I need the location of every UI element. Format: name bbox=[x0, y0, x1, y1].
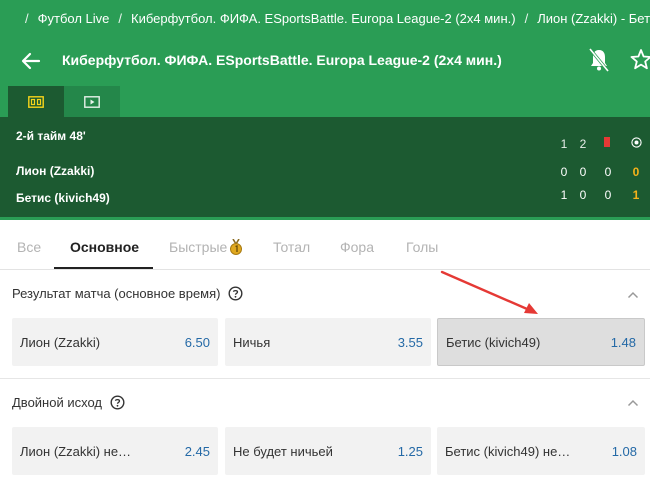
match-period: 2-й тайм 48' bbox=[16, 129, 86, 143]
odd-label: Ничья bbox=[233, 334, 271, 350]
team-away-total: 1 bbox=[632, 188, 640, 202]
odd-no-draw[interactable]: Не будет ничьей 1.25 bbox=[225, 427, 431, 475]
market-title-double-chance: Двойной исход bbox=[12, 395, 125, 410]
medal-icon bbox=[230, 239, 243, 255]
section-divider bbox=[0, 378, 650, 379]
breadcrumb-separator: / bbox=[118, 10, 123, 26]
tab-main[interactable]: Основное bbox=[70, 239, 139, 255]
odd-away-or-draw[interactable]: Бетис (kivich49) не… 1.08 bbox=[437, 427, 645, 475]
odd-label: Бетис (kivich49) bbox=[446, 334, 541, 350]
scoreboard: 2-й тайм 48' 1 2 Лион (Zzakki) 0 0 0 0 Б… bbox=[0, 117, 650, 217]
odd-draw[interactable]: Ничья 3.55 bbox=[225, 318, 431, 366]
odd-home-or-draw[interactable]: Лион (Zzakki) не… 2.45 bbox=[12, 427, 218, 475]
odd-value: 6.50 bbox=[184, 334, 210, 350]
help-icon[interactable] bbox=[110, 395, 125, 410]
odd-value: 1.25 bbox=[397, 443, 423, 459]
tab-all[interactable]: Все bbox=[17, 239, 41, 255]
team-away-half1: 1 bbox=[560, 188, 568, 202]
odd-label: Лион (Zzakki) не… bbox=[20, 443, 132, 459]
market-tabs: Все Основное Быстрые Тотал Фора Голы bbox=[0, 220, 650, 270]
scoreboard-view-button[interactable] bbox=[8, 86, 64, 117]
ball-icon bbox=[631, 137, 642, 148]
market-title-result: Результат матча (основное время) bbox=[12, 286, 243, 301]
odd-label: Лион (Zzakki) bbox=[20, 334, 101, 350]
tab-handicap[interactable]: Фора bbox=[340, 239, 374, 255]
breadcrumb-item-league[interactable]: Киберфутбол. ФИФА. ESportsBattle. Europa… bbox=[131, 11, 516, 26]
team-away-name: Бетис (kivich49) bbox=[16, 191, 110, 205]
tab-total[interactable]: Тотал bbox=[273, 239, 310, 255]
team-home-half2: 0 bbox=[579, 165, 587, 179]
red-card-icon bbox=[604, 137, 610, 147]
chevron-up-icon[interactable] bbox=[627, 399, 639, 407]
back-arrow-icon[interactable] bbox=[18, 48, 44, 74]
breadcrumb-separator: / bbox=[25, 10, 29, 26]
tab-fast[interactable]: Быстрые bbox=[169, 239, 243, 255]
annotation-arrow bbox=[440, 270, 538, 314]
column-half-2: 2 bbox=[579, 137, 587, 151]
odd-value: 1.48 bbox=[610, 334, 636, 350]
match-header: Киберфутбол. ФИФА. ESportsBattle. Europa… bbox=[0, 36, 650, 86]
page-title: Киберфутбол. ФИФА. ESportsBattle. Europa… bbox=[62, 52, 502, 68]
breadcrumb: / Футбол Live / Киберфутбол. ФИФА. ESpor… bbox=[0, 0, 650, 36]
tab-goals[interactable]: Голы bbox=[406, 239, 438, 255]
team-away-cards: 0 bbox=[604, 188, 612, 202]
breadcrumb-item-football-live[interactable]: Футбол Live bbox=[38, 11, 110, 26]
column-half-1: 1 bbox=[560, 137, 568, 151]
bell-off-icon[interactable] bbox=[586, 45, 612, 75]
star-icon[interactable] bbox=[628, 45, 650, 75]
odd-away-win[interactable]: Бетис (kivich49) 1.48 bbox=[437, 318, 645, 366]
team-home-name: Лион (Zzakki) bbox=[16, 164, 95, 178]
team-home-cards: 0 bbox=[604, 165, 612, 179]
team-home-total: 0 bbox=[632, 165, 640, 179]
help-icon[interactable] bbox=[228, 286, 243, 301]
app: / Футбол Live / Киберфутбол. ФИФА. ESpor… bbox=[0, 0, 650, 484]
breadcrumb-separator: / bbox=[524, 10, 529, 26]
scoreboard-icon bbox=[28, 95, 44, 108]
odd-label: Не будет ничьей bbox=[233, 443, 333, 459]
odd-value: 2.45 bbox=[184, 443, 210, 459]
market-title-result-label: Результат матча (основное время) bbox=[12, 286, 221, 301]
view-switch bbox=[0, 86, 650, 117]
odd-home-win[interactable]: Лион (Zzakki) 6.50 bbox=[12, 318, 218, 366]
breadcrumb-item-match: Лион (Zzakki) - Бетис (kivich49) bbox=[537, 10, 650, 26]
active-tab-indicator bbox=[54, 267, 153, 269]
video-icon bbox=[84, 95, 100, 108]
team-home-half1: 0 bbox=[560, 165, 568, 179]
odd-value: 3.55 bbox=[397, 334, 423, 350]
odd-value: 1.08 bbox=[611, 443, 637, 459]
market-title-double-chance-label: Двойной исход bbox=[12, 395, 102, 410]
tab-fast-label: Быстрые bbox=[169, 239, 228, 255]
chevron-up-icon[interactable] bbox=[627, 291, 639, 299]
odd-label: Бетис (kivich49) не… bbox=[445, 443, 571, 459]
video-view-button[interactable] bbox=[64, 86, 120, 117]
team-away-half2: 0 bbox=[579, 188, 587, 202]
